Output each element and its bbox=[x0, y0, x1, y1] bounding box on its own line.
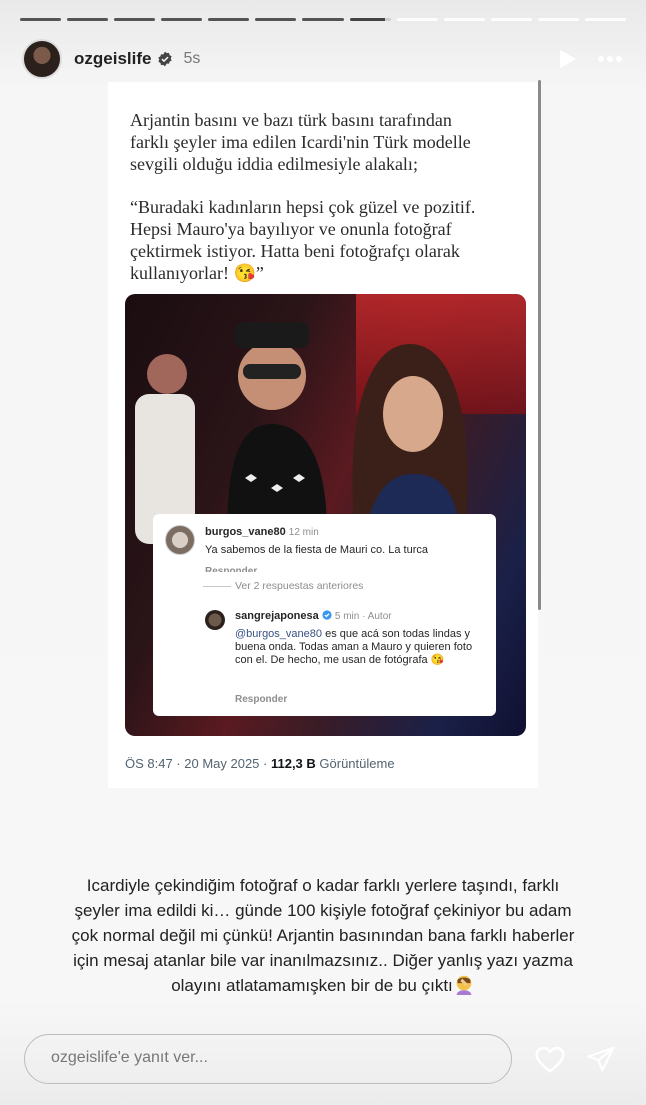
photo-man bbox=[227, 322, 327, 534]
progress-segment bbox=[584, 18, 627, 21]
comment-2-header: sangrejaponesa 5 min · Autor bbox=[235, 610, 392, 622]
progress-segment bbox=[443, 18, 485, 21]
story-header: ozgeislife 5s bbox=[22, 38, 624, 80]
facepalm-emoji-icon bbox=[456, 975, 472, 995]
story-progress-bar bbox=[20, 18, 627, 21]
post-time: 5s bbox=[183, 50, 201, 67]
progress-segment bbox=[302, 18, 344, 21]
send-icon[interactable] bbox=[586, 1044, 616, 1074]
verified-badge-icon bbox=[322, 610, 332, 620]
username[interactable]: ozgeislife bbox=[74, 49, 151, 69]
progress-segment bbox=[161, 18, 203, 21]
progress-segment bbox=[349, 18, 391, 21]
view-previous-replies[interactable]: Ver 2 respuestas anteriores bbox=[235, 580, 363, 592]
quote-text-2: “Buradaki kadınların hepsi çok güzel ve … bbox=[130, 197, 476, 283]
author-avatar[interactable] bbox=[205, 610, 225, 630]
story-caption: Icardiyle çekindiğim fotoğraf o kadar fa… bbox=[70, 873, 576, 998]
progress-segment bbox=[490, 18, 532, 21]
reply-input[interactable] bbox=[49, 1048, 493, 1068]
embedded-photo: burgos_vane80 12 min Ya sabemos de la fi… bbox=[125, 294, 526, 736]
comment-card-2: sangrejaponesa 5 min · Autor @burgos_van… bbox=[153, 598, 496, 716]
commenter-avatar[interactable] bbox=[165, 525, 195, 555]
comment-2-reply-link[interactable]: Responder bbox=[235, 694, 287, 705]
photo-woman bbox=[352, 344, 468, 534]
card-scrollbar[interactable] bbox=[538, 80, 541, 610]
progress-segment bbox=[67, 18, 109, 21]
reply-bar bbox=[24, 1034, 512, 1084]
play-icon[interactable] bbox=[556, 48, 578, 70]
verified-badge-icon bbox=[158, 51, 173, 67]
comment-2-mention[interactable]: @burgos_vane80 bbox=[235, 628, 322, 640]
progress-segment bbox=[20, 18, 62, 21]
view-count-label: Görüntüleme bbox=[315, 756, 395, 771]
progress-segment bbox=[396, 18, 438, 21]
progress-segment bbox=[255, 18, 297, 21]
comment-1-header: burgos_vane80 12 min bbox=[205, 526, 319, 538]
comment-1-username[interactable]: burgos_vane80 bbox=[205, 526, 286, 538]
more-icon[interactable] bbox=[596, 48, 624, 70]
avatar[interactable] bbox=[22, 39, 62, 79]
story-viewer: ozgeislife 5s Arjantin basını ve bazı tü… bbox=[0, 0, 646, 1105]
view-count: 112,3 B bbox=[270, 756, 316, 771]
comment-2-time: 5 min · Autor bbox=[334, 611, 392, 622]
comment-1-time: 12 min bbox=[288, 527, 319, 538]
comment-1-text: Ya sabemos de la fiesta de Mauri co. La … bbox=[205, 544, 428, 556]
progress-segment bbox=[537, 18, 579, 21]
progress-segment bbox=[114, 18, 156, 21]
replies-divider bbox=[203, 586, 231, 587]
caption-text: Icardiyle çekindiğim fotoğraf o kadar fa… bbox=[71, 876, 575, 995]
tweet-meta: ÖS 8:47 · 20 May 2025 · 112,3 B Görüntül… bbox=[125, 756, 395, 771]
tweet-timestamp: ÖS 8:47 · 20 May 2025 · bbox=[125, 756, 271, 771]
quote-text-1: Arjantin basını ve bazı türk basını tara… bbox=[130, 110, 471, 174]
heart-icon[interactable] bbox=[534, 1044, 566, 1076]
comment-2-text: @burgos_vane80 es que acá son todas lind… bbox=[235, 628, 485, 667]
progress-segment bbox=[208, 18, 250, 21]
comment-2-username[interactable]: sangrejaponesa bbox=[235, 610, 319, 622]
repost-card: Arjantin basını ve bazı türk basını tara… bbox=[108, 82, 538, 788]
